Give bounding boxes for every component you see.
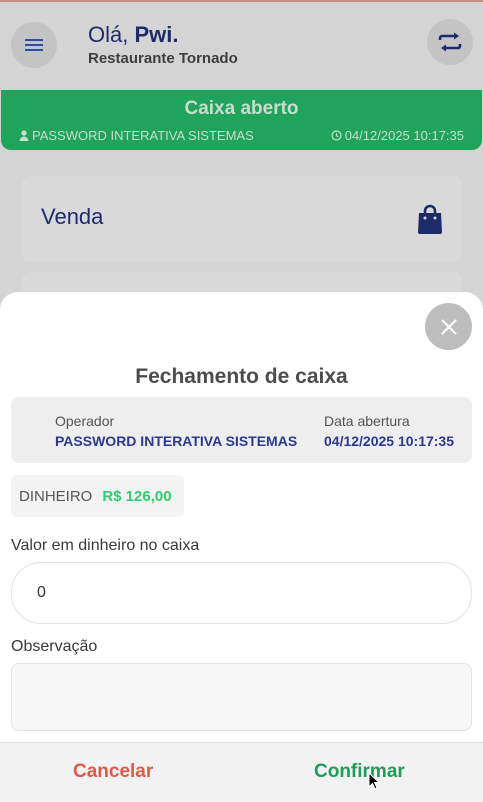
mouse-cursor-icon [368, 772, 380, 790]
status-operator-name: PASSWORD INTERATIVA SISTEMAS [32, 128, 254, 143]
user-name: Pwi. [134, 22, 179, 47]
dialog-title: Fechamento de caixa [135, 365, 348, 388]
switch-restaurant-button[interactable] [427, 19, 473, 65]
confirm-button[interactable]: Confirmar [314, 761, 405, 783]
dialog-footer: Cancelar Confirmar [0, 742, 483, 802]
opening-date-value: 04/12/2025 10:17:35 [324, 433, 454, 449]
opening-date-label: Data abertura [324, 413, 410, 429]
observation-label: Observação [11, 638, 98, 655]
swap-icon [438, 32, 462, 52]
cash-status-bar: Caixa aberto PASSWORD INTERATIVA SISTEMA… [1, 90, 482, 150]
cancel-button[interactable]: Cancelar [73, 761, 153, 783]
observation-input[interactable] [11, 663, 472, 731]
restaurant-name: Restaurante Tornado [88, 50, 238, 67]
close-button[interactable] [425, 303, 472, 350]
cash-type: DINHEIRO [19, 487, 93, 505]
cash-total-chip: DINHEIRO R$ 126,00 [11, 475, 184, 517]
shopping-bag-icon [418, 204, 442, 234]
cash-value-label: Valor em dinheiro no caixa [11, 537, 200, 554]
user-icon [19, 130, 29, 141]
cash-info-box: Operador PASSWORD INTERATIVA SISTEMAS Da… [11, 397, 472, 463]
venda-label: Venda [41, 204, 104, 229]
greeting-prefix: Olá, [88, 22, 135, 47]
cash-amount: R$ 126,00 [102, 487, 172, 505]
operator-label: Operador [55, 413, 115, 429]
close-icon [440, 318, 457, 335]
greeting: Olá, Pwi. [88, 22, 178, 48]
close-cash-dialog: Fechamento de caixa Operador PASSWORD IN… [0, 292, 483, 802]
status-datetime: 04/12/2025 10:17:35 [331, 128, 464, 143]
menu-icon [25, 39, 43, 51]
venda-card[interactable]: Venda [22, 176, 462, 262]
header: Olá, Pwi. Restaurante Tornado [0, 2, 483, 90]
operator-info: Operador PASSWORD INTERATIVA SISTEMAS [55, 413, 297, 449]
status-datetime-value: 04/12/2025 10:17:35 [344, 128, 464, 143]
menu-button[interactable] [11, 22, 57, 68]
status-title: Caixa aberto [184, 98, 299, 119]
opening-date-info: Data abertura 04/12/2025 10:17:35 [324, 413, 454, 449]
operator-value: PASSWORD INTERATIVA SISTEMAS [55, 433, 298, 449]
cash-value-input[interactable] [11, 562, 472, 624]
clock-icon [331, 130, 342, 141]
status-operator: PASSWORD INTERATIVA SISTEMAS [19, 128, 254, 143]
